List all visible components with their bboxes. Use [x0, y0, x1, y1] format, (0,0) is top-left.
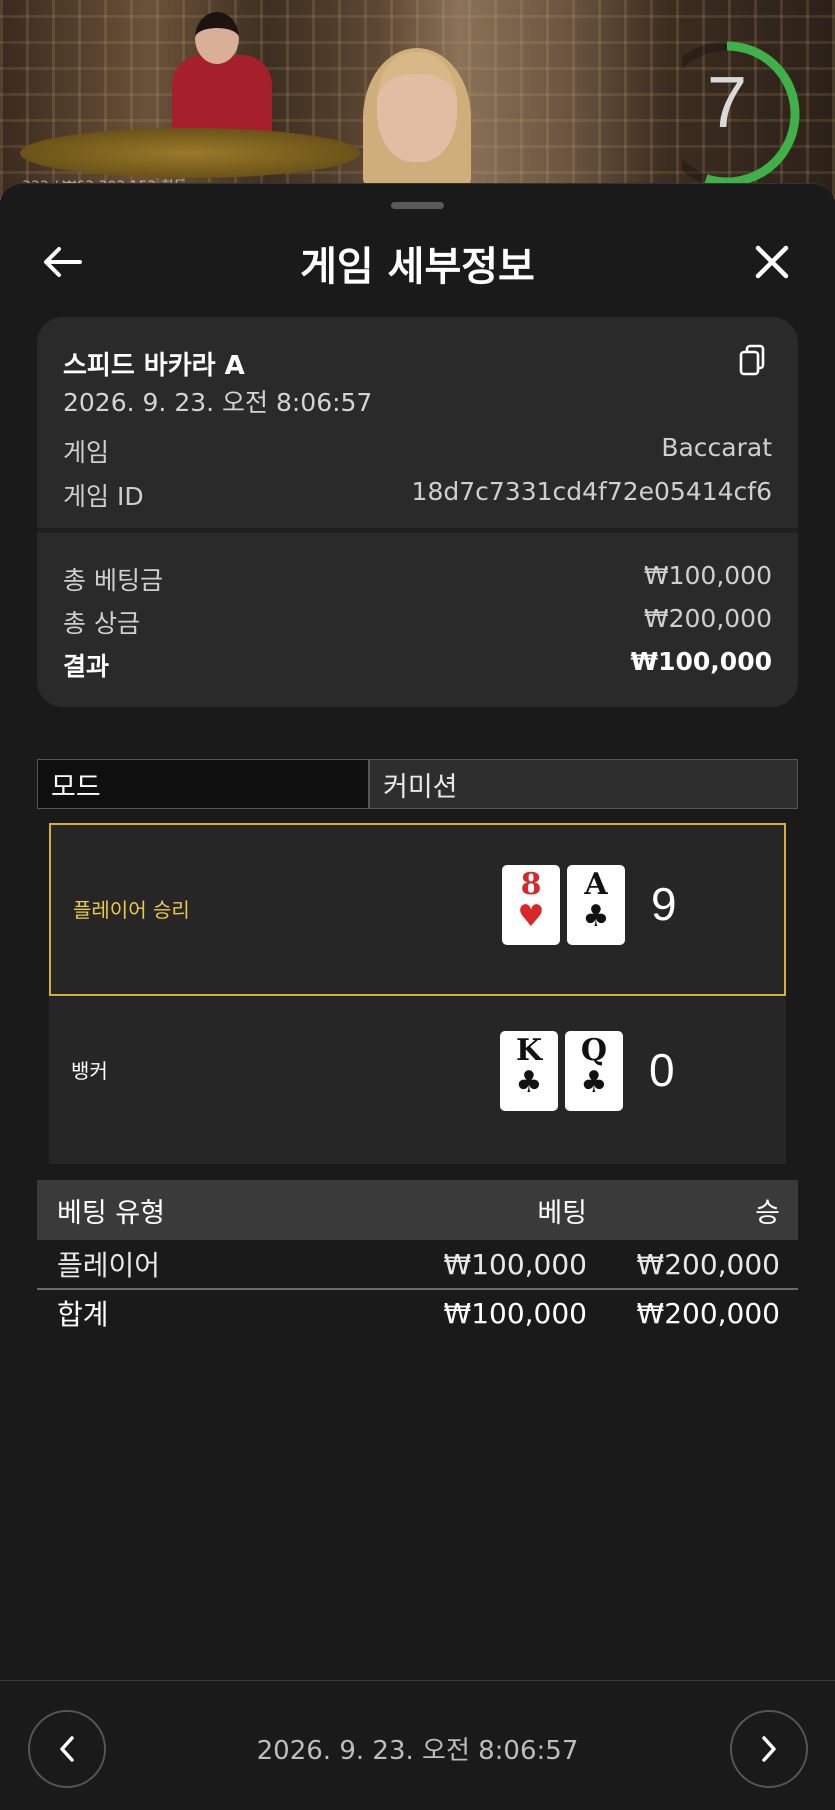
win-amount-cell: ₩200,000	[636, 1247, 780, 1281]
game-id-label: 게임 ID	[63, 482, 144, 511]
player-score: 9	[651, 878, 677, 930]
total-bet-row: 총 베팅금 ₩100,000	[63, 561, 772, 597]
header-bet: 베팅	[537, 1197, 587, 1229]
countdown-value: 7	[706, 63, 748, 143]
bets-table: 베팅 유형 베팅 승 플레이어 ₩100,000 ₩200,000 합계 ₩10…	[37, 1180, 798, 1336]
playing-card: 8 ♥	[502, 865, 560, 945]
total-win-row: 총 상금 ₩200,000	[63, 604, 772, 640]
club-suit-icon: ♣	[582, 899, 610, 934]
total-win-value: ₩200,000	[643, 604, 772, 633]
result-value: ₩100,000	[630, 647, 772, 676]
next-game-button[interactable]	[730, 1710, 808, 1788]
mode-tabs: 모드 커미션	[37, 759, 798, 809]
table-row: 플레이어 ₩100,000 ₩200,000	[37, 1240, 798, 1288]
card-rank: A	[584, 867, 608, 902]
playing-card: A ♣	[567, 865, 625, 945]
banker-label: 뱅커	[71, 1059, 108, 1083]
countdown-timer: 7	[654, 34, 802, 187]
card-divider	[37, 528, 798, 533]
game-type-row: 게임 Baccarat	[63, 433, 772, 469]
result-row: 결과 ₩100,000	[63, 647, 772, 683]
sheet-title: 게임 세부정보	[300, 244, 535, 290]
table-name: 스피드 바카라 A	[63, 351, 245, 381]
game-datetime: 2026. 9. 23. 오전 8:06:57	[63, 388, 373, 417]
card-rank: 8	[520, 867, 542, 902]
tab-commission[interactable]: 커미션	[370, 760, 797, 808]
playing-card: Q ♣	[565, 1031, 623, 1111]
footer-datetime: 2026. 9. 23. 오전 8:06:57	[256, 1736, 579, 1766]
playing-card: K ♣	[500, 1031, 558, 1111]
game-id-value: 18d7c7331cd4f72e05414cf6	[411, 477, 772, 506]
bets-table-header: 베팅 유형 베팅 승	[37, 1180, 798, 1240]
total-bet-label: 총 베팅금	[63, 566, 163, 595]
footer-divider	[0, 1680, 835, 1681]
close-button[interactable]	[742, 232, 802, 292]
game-info-card: 스피드 바카라 A 2026. 9. 23. 오전 8:06:57 게임 Bac…	[37, 317, 798, 707]
copy-button[interactable]	[737, 343, 769, 379]
close-icon	[755, 245, 789, 279]
club-suit-icon: ♣	[580, 1065, 608, 1100]
total-row: 합계 ₩100,000 ₩200,000	[37, 1288, 798, 1336]
game-details-sheet: 게임 세부정보 스피드 바카라 A 2026. 9. 23. 오전 8:06:5…	[0, 183, 835, 1810]
header-win: 승	[755, 1197, 780, 1229]
total-win-label: 총 상금	[63, 609, 140, 638]
card-rank: K	[515, 1033, 543, 1068]
baccarat-table	[20, 128, 360, 178]
player-result-label: 플레이어 승리	[73, 898, 190, 922]
total-label: 합계	[57, 1298, 109, 1331]
club-suit-icon: ♣	[515, 1065, 543, 1100]
drag-handle[interactable]	[391, 202, 444, 209]
tab-mode[interactable]: 모드	[38, 760, 370, 808]
heart-suit-icon: ♥	[517, 899, 545, 934]
dealer-head	[195, 12, 239, 64]
dealer-figure	[172, 55, 272, 135]
copy-icon	[739, 344, 765, 376]
result-label: 결과	[63, 652, 110, 681]
total-win-cell: ₩200,000	[636, 1296, 780, 1330]
bet-type-cell: 플레이어	[57, 1249, 161, 1282]
banker-hand-row: 뱅커 K ♣ Q ♣ 0	[49, 997, 786, 1164]
total-bet-value: ₩100,000	[643, 561, 772, 590]
header-bet-type: 베팅 유형	[57, 1197, 165, 1229]
bet-amount-cell: ₩100,000	[443, 1247, 587, 1281]
total-bet-cell: ₩100,000	[443, 1296, 587, 1330]
host-face	[377, 52, 457, 162]
game-id-row: 게임 ID 18d7c7331cd4f72e05414cf6	[63, 477, 772, 513]
chevron-right-icon	[762, 1736, 776, 1762]
game-type-label: 게임	[63, 438, 110, 467]
game-type-value: Baccarat	[661, 433, 772, 462]
card-rank: Q	[580, 1033, 608, 1068]
player-hand-row: 플레이어 승리 8 ♥ A ♣ 9	[49, 823, 786, 996]
banker-score: 0	[649, 1044, 675, 1096]
